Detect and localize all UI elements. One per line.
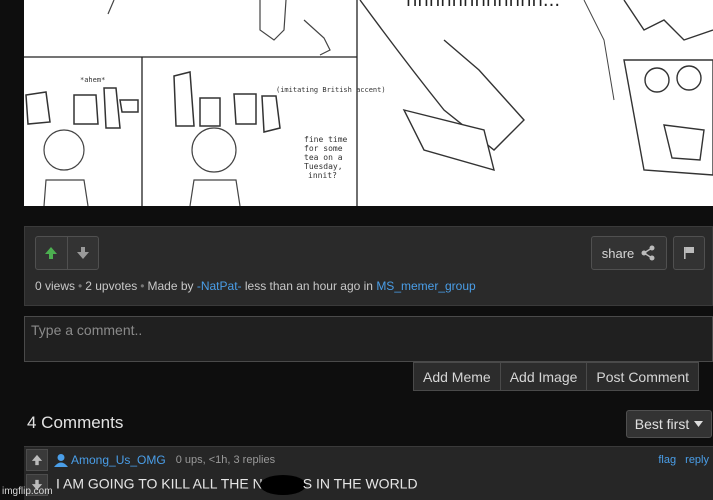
user-icon	[54, 454, 68, 467]
comment-text: I AM GOING TO KILL ALL THE N S IN THE WOR…	[56, 475, 418, 495]
chevron-down-icon	[694, 421, 704, 427]
add-meme-button[interactable]: Add Meme	[414, 363, 500, 390]
arrow-up-icon	[31, 454, 43, 466]
post-comment-button[interactable]: Post Comment	[586, 363, 698, 390]
share-button[interactable]: share	[591, 236, 667, 270]
post-meta-line: 0 views • 2 upvotes • Made by -NatPat- less …	[35, 279, 476, 293]
comic-drawing: *ahem* (imitating British accent) fine t…	[24, 0, 713, 206]
comment-flag-link[interactable]: flag	[658, 454, 676, 466]
views-count: 0 views	[35, 279, 76, 293]
vote-group	[35, 236, 99, 270]
stream-link[interactable]: MS_memer_group	[376, 279, 475, 293]
comment-action-links: flag reply	[658, 454, 709, 466]
add-image-button[interactable]: Add Image	[499, 363, 587, 390]
flag-icon	[684, 247, 694, 259]
post-time: less than an hour ago in	[244, 279, 373, 293]
comic-note-ahem: *ahem*	[80, 76, 105, 84]
post-meta-panel: share 0 views • 2 upvotes • Made by -NatPat-…	[24, 226, 713, 306]
speech-line-4: Tuesday,	[304, 162, 343, 171]
comment-header: Among_Us_OMG 0 ups, <1h, 3 replies	[54, 453, 275, 467]
comment-username[interactable]: Among_Us_OMG	[71, 453, 166, 467]
author-link[interactable]: -NatPat-	[197, 279, 242, 293]
comment-upvote-button[interactable]	[26, 449, 48, 471]
speech-line-5: innit?	[308, 171, 337, 180]
sort-label: Best first	[634, 416, 690, 432]
speech-line-2: for some	[304, 144, 343, 153]
meme-image: *ahem* (imitating British accent) fine t…	[24, 0, 713, 206]
comment-actions: Add Meme Add Image Post Comment	[413, 362, 700, 391]
speech-line-1: fine time	[304, 135, 348, 144]
upvotes-count: 2 upvotes	[85, 279, 138, 293]
share-icon	[641, 245, 655, 261]
comic-sfx: hhhhhhhhhhhh...	[406, 0, 560, 11]
redaction-scribble	[259, 475, 306, 495]
sort-dropdown[interactable]: Best first	[626, 410, 712, 438]
comment-text-part-1: I AM GOING TO KILL ALL THE N	[56, 475, 263, 492]
comic-note-british: (imitating British accent)	[276, 86, 386, 94]
flag-button[interactable]	[673, 236, 705, 270]
comment-input[interactable]	[24, 316, 713, 362]
share-label: share	[601, 245, 635, 261]
upvote-button[interactable]	[36, 237, 67, 269]
downvote-button[interactable]	[66, 237, 98, 269]
comment-reply-link[interactable]: reply	[685, 454, 709, 466]
arrow-down-icon	[76, 247, 89, 259]
comment-item: Among_Us_OMG 0 ups, <1h, 3 replies flag …	[24, 446, 713, 500]
comments-count-heading: 4 Comments	[27, 413, 124, 432]
speech-line-3: tea on a	[304, 153, 343, 162]
arrow-up-icon	[45, 247, 58, 259]
comment-text-part-2: S IN THE WORLD	[302, 475, 418, 492]
imgflip-watermark: imgflip.com	[2, 486, 53, 497]
comment-info: 0 ups, <1h, 3 replies	[175, 454, 276, 466]
made-by-label: Made by	[147, 279, 194, 293]
